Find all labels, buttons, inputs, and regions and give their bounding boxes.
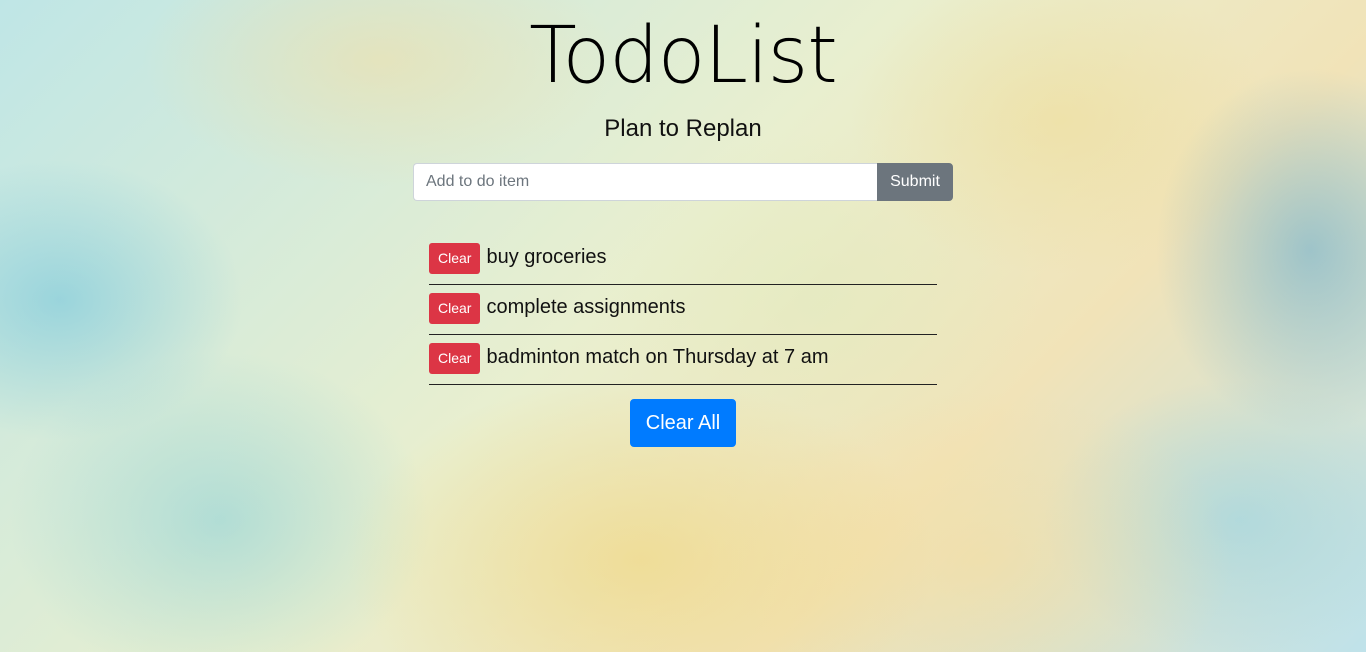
todo-text: buy groceries	[486, 245, 607, 268]
todo-text: badminton match on Thursday at 7 am	[486, 345, 829, 368]
clear-item-button[interactable]: Clear	[429, 242, 481, 274]
todo-input[interactable]	[413, 163, 877, 201]
page-title: TodoList	[529, 11, 838, 101]
todo-text: complete assignments	[486, 295, 686, 318]
todo-item: Clear badminton match on Thursday at 7 a…	[429, 335, 937, 385]
todo-item: Clear complete assignments	[429, 285, 937, 335]
submit-button[interactable]: Submit	[877, 163, 953, 201]
todo-list: Clear buy groceries Clear complete assig…	[429, 235, 937, 385]
todo-item: Clear buy groceries	[429, 235, 937, 285]
add-todo-form: Submit	[413, 163, 953, 201]
clear-item-button[interactable]: Clear	[429, 292, 481, 324]
clear-item-button[interactable]: Clear	[429, 342, 481, 374]
clear-all-button[interactable]: Clear All	[630, 399, 736, 447]
page-subtitle: Plan to Replan	[604, 115, 762, 142]
